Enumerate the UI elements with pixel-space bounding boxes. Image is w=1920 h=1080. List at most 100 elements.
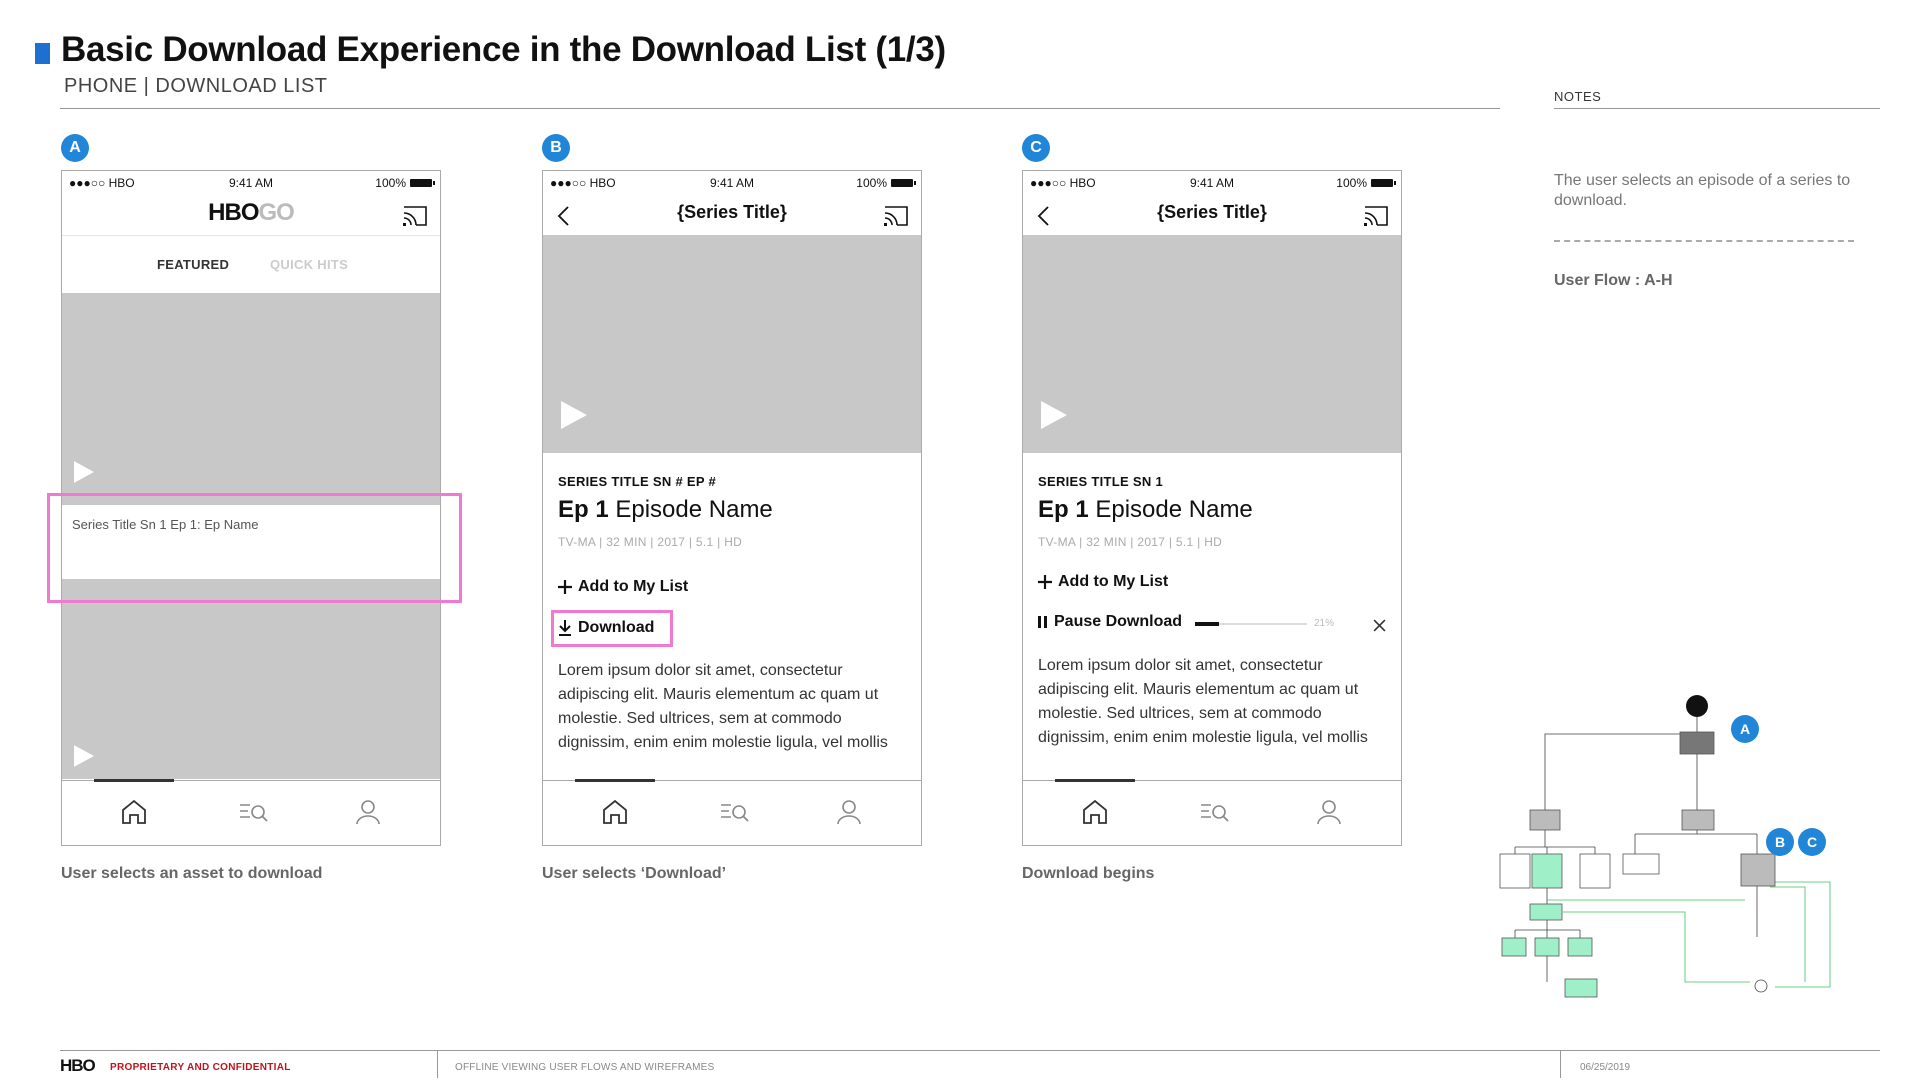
footer-separator	[437, 1050, 438, 1078]
download-progress-fill	[1195, 622, 1219, 626]
add-to-list-button[interactable]: Add to My List	[558, 578, 688, 596]
series-title: {Series Title}	[1157, 202, 1267, 222]
episode-meta: TV-MA | 32 MIN | 2017 | 5.1 | HD	[558, 535, 743, 549]
step-marker-c: C	[1022, 134, 1050, 162]
pause-download-label: Pause Download	[1054, 613, 1183, 630]
second-image-placeholder[interactable]	[62, 579, 440, 779]
hero-image-placeholder[interactable]	[62, 293, 440, 505]
add-to-list-label: Add to My List	[1058, 573, 1169, 590]
profile-icon[interactable]	[1315, 798, 1343, 826]
phone-screen-c: ●●●○○ HBO 9:41 AM 100% {Series Title} SE…	[1022, 170, 1402, 846]
status-bar: ●●●○○ HBO 9:41 AM 100%	[1023, 171, 1401, 193]
add-to-list-label: Add to My List	[578, 578, 689, 595]
footer-date: 06/25/2019	[1580, 1062, 1631, 1073]
nav-bar: {Series Title}	[543, 193, 921, 236]
header-rule	[60, 108, 1500, 109]
user-flow-label: User Flow : A-H	[1554, 272, 1673, 289]
flow-marker-c-label: C	[1807, 834, 1817, 850]
nav-bar: HBOGO	[62, 193, 440, 236]
episode-number: Ep 1	[1038, 496, 1089, 523]
step-marker-b: B	[542, 134, 570, 162]
battery-icon	[410, 179, 435, 187]
home-icon[interactable]	[120, 798, 148, 826]
episode-title: Ep 1 Episode Name	[1038, 496, 1253, 524]
active-tab-indicator	[94, 779, 174, 782]
search-icon[interactable]	[236, 798, 268, 826]
pause-icon	[1038, 616, 1047, 628]
flow-marker-a-label: A	[1740, 721, 1750, 737]
play-icon[interactable]	[74, 461, 94, 483]
cast-icon[interactable]	[883, 205, 909, 227]
footer-rule	[60, 1050, 1880, 1051]
notes-rule	[1554, 108, 1880, 109]
battery-indicator: 100%	[856, 176, 916, 190]
battery-percent: 100%	[1336, 176, 1367, 190]
bottom-tab-bar	[1023, 779, 1401, 845]
episode-number: Ep 1	[558, 496, 609, 523]
notes-divider	[1554, 240, 1854, 242]
footer-document-title: OFFLINE VIEWING USER FLOWS AND WIREFRAME…	[455, 1062, 715, 1073]
page-title: Basic Download Experience in the Downloa…	[61, 30, 946, 69]
episode-title: Ep 1 Episode Name	[558, 496, 773, 524]
close-icon[interactable]	[1373, 619, 1386, 632]
episode-image-placeholder[interactable]	[543, 235, 921, 453]
download-selection-highlight	[551, 610, 673, 647]
add-to-list-button[interactable]: Add to My List	[1038, 573, 1168, 591]
step-marker-a: A	[61, 134, 89, 162]
battery-percent: 100%	[856, 176, 887, 190]
series-episode-line: SERIES TITLE SN # EP #	[558, 474, 717, 489]
series-episode-line: SERIES TITLE SN 1	[1038, 474, 1164, 489]
episode-description: Lorem ipsum dolor sit amet, consectetur …	[558, 662, 888, 751]
battery-icon	[1371, 179, 1396, 187]
play-icon[interactable]	[561, 401, 587, 429]
status-bar: ●●●○○ HBO 9:41 AM 100%	[62, 171, 440, 193]
cast-icon[interactable]	[1363, 205, 1389, 227]
series-title: {Series Title}	[677, 202, 787, 222]
pause-download-button[interactable]: Pause Download	[1038, 613, 1182, 631]
tab-quick-hits[interactable]: QUICK HITS	[270, 257, 348, 272]
plus-icon	[558, 580, 572, 594]
bottom-tab-bar	[62, 779, 440, 845]
search-icon[interactable]	[1197, 798, 1229, 826]
profile-icon[interactable]	[835, 798, 863, 826]
flow-marker-b-label: B	[1775, 834, 1785, 850]
asset-selection-highlight	[47, 493, 462, 603]
logo-go: GO	[258, 199, 295, 226]
battery-indicator: 100%	[1336, 176, 1396, 190]
home-icon[interactable]	[1081, 798, 1109, 826]
battery-icon	[891, 179, 916, 187]
user-flow-diagram: A B C	[1499, 695, 1831, 998]
page-subtitle: PHONE | DOWNLOAD LIST	[64, 75, 328, 97]
plus-icon	[1038, 575, 1052, 589]
bottom-tab-bar	[543, 779, 921, 845]
footer-separator	[1560, 1050, 1561, 1078]
start-node	[1686, 695, 1708, 717]
search-icon[interactable]	[717, 798, 749, 826]
home-icon[interactable]	[601, 798, 629, 826]
footer-confidential: PROPRIETARY AND CONFIDENTIAL	[110, 1062, 291, 1073]
play-icon[interactable]	[1041, 401, 1067, 429]
download-progress-bar	[1195, 622, 1307, 626]
tab-featured[interactable]: FEATURED	[157, 257, 229, 272]
episode-description: Lorem ipsum dolor sit amet, consectetur …	[1038, 657, 1368, 746]
footer-hbo-logo: HBO	[60, 1056, 96, 1075]
notes-text: The user selects an episode of a series …	[1554, 172, 1851, 209]
hbo-go-logo: HBOGO	[62, 199, 440, 227]
battery-percent: 100%	[375, 176, 406, 190]
caption-c: Download begins	[1022, 865, 1155, 882]
phone-screen-b: ●●●○○ HBO 9:41 AM 100% {Series Title} SE…	[542, 170, 922, 846]
episode-image-placeholder[interactable]	[1023, 235, 1401, 453]
download-progress-percent: 21%	[1314, 618, 1335, 629]
episode-name: Episode Name	[1095, 496, 1253, 523]
nav-bar: {Series Title}	[1023, 193, 1401, 236]
profile-icon[interactable]	[354, 798, 382, 826]
play-icon[interactable]	[74, 745, 94, 767]
status-bar: ●●●○○ HBO 9:41 AM 100%	[543, 171, 921, 193]
active-tab-indicator	[1055, 779, 1135, 782]
home-tabs: FEATURED QUICK HITS	[62, 235, 440, 293]
battery-indicator: 100%	[375, 176, 435, 190]
notes-label: NOTES	[1554, 89, 1602, 104]
logo-hbo: HBO	[208, 199, 259, 226]
cast-icon[interactable]	[402, 205, 428, 227]
title-accent-square	[35, 43, 50, 64]
